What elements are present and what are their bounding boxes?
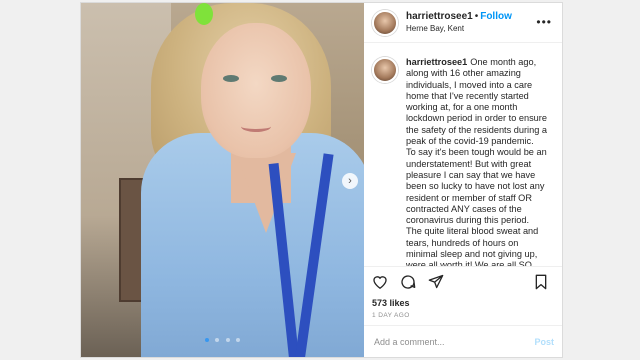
carousel-dot: [225, 338, 230, 342]
likes-count[interactable]: 573 likes: [364, 296, 562, 310]
post-photo[interactable]: ›: [81, 3, 364, 357]
share-icon[interactable]: [428, 274, 444, 289]
photo-mouth: [241, 121, 271, 132]
photo-face: [201, 23, 311, 158]
photo-eye-left: [223, 75, 239, 82]
photo-vneck: [236, 153, 296, 233]
carousel-dot: [215, 338, 220, 342]
post-header: harriettrosee1 • Follow Herne Bay, Kent ••…: [364, 3, 562, 43]
header-text: harriettrosee1 • Follow Herne Bay, Kent: [406, 11, 512, 35]
action-bar: [364, 266, 562, 296]
instagram-post: › harriettrosee1 • Follow Herne Bay, Kent …: [80, 2, 563, 358]
carousel-next-button[interactable]: ›: [342, 173, 358, 189]
caption-paragraph: To say it's been tough would be an under…: [406, 147, 547, 226]
heart-icon[interactable]: [372, 274, 388, 289]
carousel-dots: [81, 329, 364, 347]
caption-paragraph: One month ago, along with 16 other amazi…: [406, 57, 547, 147]
post-sidebar: harriettrosee1 • Follow Herne Bay, Kent ••…: [364, 3, 562, 357]
bookmark-icon[interactable]: [534, 274, 548, 290]
separator-dot: •: [474, 10, 479, 22]
comment-bar: Post: [364, 325, 562, 357]
username-link[interactable]: harriettrosee1: [406, 11, 473, 22]
caption-text: harriettrosee1 One month ago, along with …: [406, 57, 552, 266]
photo-scrunchie: [195, 3, 213, 25]
caption-paragraph: The quite literal blood sweat and tears,…: [406, 226, 539, 266]
more-options-icon[interactable]: •••: [536, 15, 552, 29]
follow-button[interactable]: Follow: [480, 11, 512, 22]
comment-icon[interactable]: [400, 274, 416, 290]
caption-username-link[interactable]: harriettrosee1: [406, 57, 467, 67]
location-link[interactable]: Herne Bay, Kent: [406, 23, 512, 35]
carousel-dot: [236, 338, 241, 342]
avatar[interactable]: [372, 9, 398, 36]
caption-area: harriettrosee1 One month ago, along with …: [364, 43, 562, 266]
post-comment-button[interactable]: Post: [534, 337, 554, 347]
carousel-dot: [204, 338, 209, 342]
comment-input[interactable]: [372, 335, 535, 348]
post-timestamp: 1 DAY AGO: [372, 312, 410, 319]
photo-eye-right: [271, 75, 287, 82]
avatar[interactable]: [372, 57, 398, 83]
